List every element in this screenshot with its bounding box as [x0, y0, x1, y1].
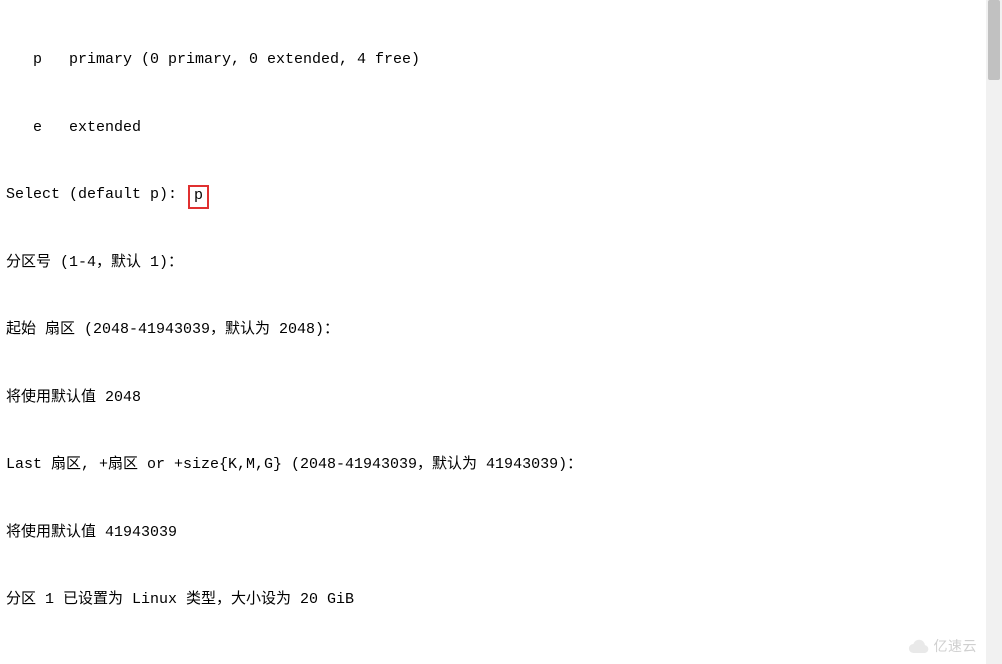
scroll-thumb[interactable] — [988, 0, 1000, 80]
prompt-last-sector: Last 扇区, +扇区 or +size{K,M,G} (2048-41943… — [6, 454, 996, 477]
prompt-partition-number: 分区号 (1-4，默认 1)： — [6, 252, 996, 275]
watermark-text: 亿速云 — [934, 636, 978, 656]
info-default-2048: 将使用默认值 2048 — [6, 387, 996, 410]
terminal-output: p primary (0 primary, 0 extended, 4 free… — [0, 0, 1002, 664]
prompt-select-default: Select (default p): p — [6, 184, 996, 207]
option-extended: e extended — [6, 117, 996, 140]
prompt-text: Select (default p): — [6, 186, 186, 203]
info-partition-set: 分区 1 已设置为 Linux 类型，大小设为 20 GiB — [6, 589, 996, 612]
cloud-icon — [908, 638, 930, 654]
prompt-first-sector: 起始 扇区 (2048-41943039，默认为 2048)： — [6, 319, 996, 342]
info-default-41943039: 将使用默认值 41943039 — [6, 522, 996, 545]
option-primary: p primary (0 primary, 0 extended, 4 free… — [6, 49, 996, 72]
watermark: 亿速云 — [908, 636, 978, 656]
user-input-p: p — [188, 185, 209, 209]
vertical-scrollbar[interactable] — [986, 0, 1002, 664]
blank-line — [6, 657, 996, 664]
